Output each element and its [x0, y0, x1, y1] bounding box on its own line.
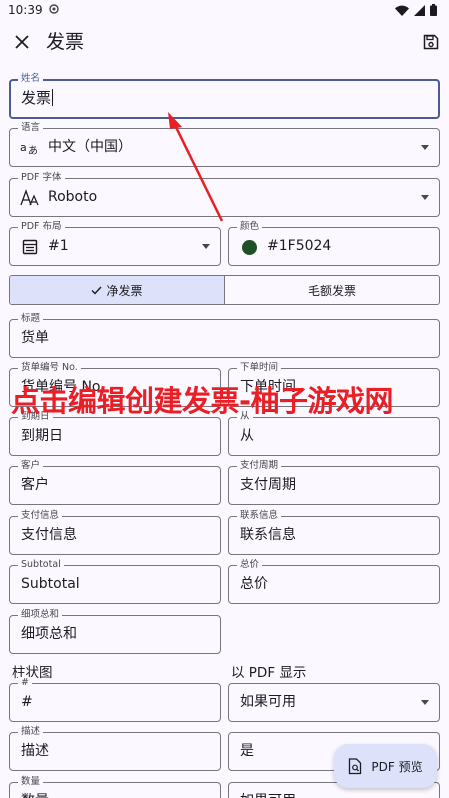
- name-field[interactable]: 姓名 发票: [9, 73, 440, 119]
- svg-text:a: a: [20, 141, 27, 154]
- chevron-down-icon: [421, 195, 429, 200]
- hash-show-select[interactable]: 如果可用: [228, 683, 440, 722]
- pdf-preview-label: PDF 预览: [371, 759, 423, 774]
- language-label: 语言: [18, 122, 44, 134]
- show-in-pdf-heading: 以 PDF 显示: [231, 665, 307, 681]
- net-invoice-label: 净发票: [106, 283, 143, 298]
- save-button[interactable]: [420, 31, 442, 53]
- quantity-show-value: 如果可用: [240, 783, 296, 798]
- chevron-down-icon: [421, 700, 429, 705]
- watermark-caption: 点击编辑创建发票-柚子游戏网: [11, 384, 394, 418]
- item-total-field[interactable]: 细项总和 细项总和: [9, 609, 221, 654]
- heading-value: 货单: [21, 330, 49, 346]
- description-column-field[interactable]: 描述 描述: [9, 726, 221, 771]
- status-time: 10:39: [8, 3, 43, 17]
- pdf-layout-value: #1: [48, 238, 69, 254]
- wifi-icon: [395, 5, 409, 16]
- layout-icon: [20, 237, 40, 257]
- contact-info-field[interactable]: 联系信息 联系信息: [228, 510, 440, 555]
- from-value: 从: [240, 428, 254, 444]
- subtotal-field[interactable]: Subtotal Subtotal: [9, 559, 221, 604]
- font-icon: [20, 188, 40, 208]
- signal-icon: [414, 4, 425, 16]
- customer-value: 客户: [21, 477, 49, 493]
- pdf-font-value: Roboto: [48, 189, 98, 205]
- check-icon: [91, 286, 102, 295]
- notification-icon: [48, 3, 59, 17]
- name-field-value: 发票: [21, 89, 54, 107]
- text-cursor: [52, 89, 54, 106]
- save-icon: [423, 34, 439, 50]
- customer-field[interactable]: 客户 客户: [9, 460, 221, 505]
- quantity-column-field[interactable]: 数量 数量: [9, 776, 221, 798]
- net-invoice-button[interactable]: 净发票: [10, 276, 224, 304]
- page-title: 发票: [46, 31, 85, 53]
- item-total-value: 细项总和: [21, 626, 77, 642]
- due-date-field[interactable]: 到期日 到期日: [9, 411, 221, 456]
- total-value: 总价: [240, 576, 268, 592]
- pdf-layout-select[interactable]: PDF 布局 #1: [9, 221, 221, 266]
- close-icon: [15, 35, 29, 49]
- gross-invoice-button[interactable]: 毛额发票: [224, 276, 439, 304]
- close-button[interactable]: [10, 30, 34, 54]
- description-show-value: 是: [240, 743, 254, 759]
- description-column-value: 描述: [21, 743, 49, 759]
- battery-icon: [430, 4, 437, 16]
- svg-text:あ: あ: [28, 145, 38, 156]
- from-field[interactable]: 从 从: [228, 411, 440, 456]
- color-label: 颜色: [237, 221, 263, 233]
- hash-show-value: 如果可用: [240, 694, 296, 710]
- document-search-icon: [349, 757, 362, 774]
- pdf-font-select[interactable]: PDF 字体 Roboto: [9, 172, 440, 217]
- chevron-down-icon: [421, 145, 429, 150]
- payment-info-value: 支付信息: [21, 527, 77, 543]
- payment-term-field[interactable]: 支付周期 支付周期: [228, 460, 440, 505]
- color-value: #1F5024: [267, 238, 332, 254]
- status-right: [395, 4, 437, 16]
- color-field[interactable]: 颜色 #1F5024: [228, 221, 440, 266]
- quantity-column-value: 数量: [21, 783, 49, 798]
- payment-term-value: 支付周期: [240, 477, 296, 493]
- hash-column-field[interactable]: # #: [9, 677, 221, 722]
- app-bar: 发票: [0, 20, 449, 66]
- subtotal-value: Subtotal: [21, 576, 80, 592]
- translate-icon: aあ: [20, 138, 40, 158]
- due-date-value: 到期日: [21, 428, 63, 444]
- invoice-type-toggle: 净发票 毛额发票: [9, 275, 440, 305]
- total-field[interactable]: 总价 总价: [228, 559, 440, 604]
- pdf-preview-button[interactable]: PDF 预览: [334, 744, 437, 788]
- payment-info-field[interactable]: 支付信息 支付信息: [9, 510, 221, 555]
- chevron-down-icon: [202, 244, 210, 249]
- language-value: 中文（中国）: [48, 139, 132, 155]
- language-select[interactable]: 语言 aあ 中文（中国）: [9, 122, 440, 167]
- status-bar: 10:39: [0, 0, 449, 20]
- status-left: 10:39: [8, 3, 59, 17]
- contact-info-value: 联系信息: [240, 527, 296, 543]
- hash-column-value: #: [21, 694, 33, 710]
- color-swatch: [239, 237, 259, 257]
- gross-invoice-label: 毛额发票: [307, 283, 356, 298]
- heading-field[interactable]: 标题 货单: [9, 313, 440, 358]
